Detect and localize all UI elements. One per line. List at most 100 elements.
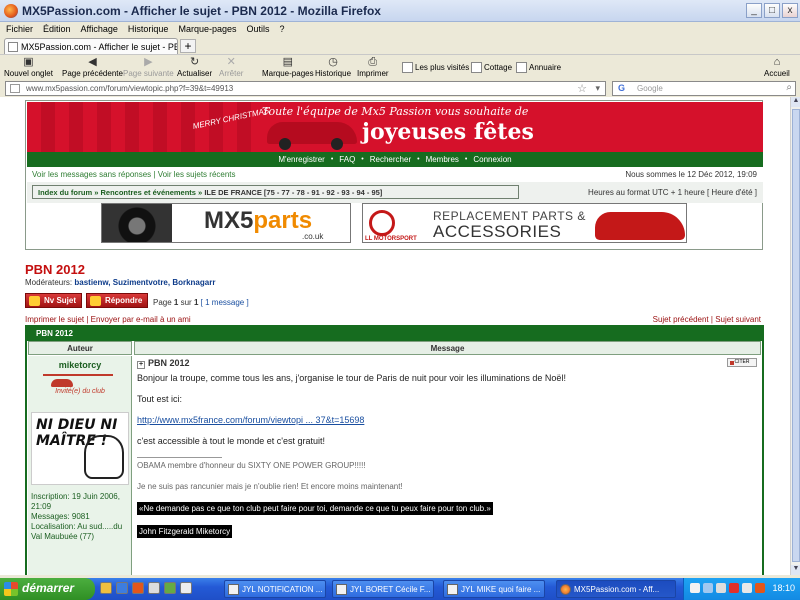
next-topic-link[interactable]: Sujet suivant	[715, 315, 761, 324]
vertical-scrollbar[interactable]: ▲ ▼	[790, 97, 800, 575]
nav-members[interactable]: Membres	[426, 155, 459, 164]
taskbar-item[interactable]: JYL NOTIFICATION ...	[224, 580, 326, 598]
tray-app-icon[interactable]	[716, 583, 726, 593]
menu-historique[interactable]: Historique	[128, 24, 169, 34]
breadcrumb-index[interactable]: Index du forum	[38, 188, 92, 197]
ad-ll-motorsport[interactable]: LL MOTORSPORT REPLACEMENT PARTS & ACCESS…	[362, 203, 687, 243]
tray-network-icon[interactable]	[703, 583, 713, 593]
breadcrumb-current[interactable]: ILE DE FRANCE [75 - 77 - 78 - 91 - 92 - …	[204, 188, 382, 197]
new-tab-tool-button[interactable]: ▣ Nouvel onglet	[4, 56, 53, 78]
reply-button[interactable]: Répondre	[86, 293, 149, 308]
nav-register[interactable]: M'enregistrer	[278, 155, 324, 164]
page-icon	[516, 62, 527, 73]
scroll-up-icon[interactable]: ▲	[791, 97, 800, 107]
scroll-down-icon[interactable]: ▼	[791, 565, 800, 575]
bookmark-annuaire[interactable]: Annuaire	[516, 62, 561, 73]
maximize-button[interactable]: □	[764, 3, 780, 18]
forward-button[interactable]: ▶ Page suivante	[123, 56, 174, 78]
ad-mx5parts[interactable]: MX5parts .co.uk	[101, 203, 351, 243]
tray-firefox-icon[interactable]	[755, 583, 765, 593]
home-button[interactable]: ⌂ Accueil	[764, 56, 790, 78]
banner-decoration	[27, 102, 257, 152]
pagination-info: Page 1 sur 1 [ 1 message ]	[153, 298, 249, 307]
recent-topics-link[interactable]: Voir les sujets récents	[158, 170, 236, 179]
breadcrumb-section[interactable]: Rencontres et événements	[101, 188, 196, 197]
menu-help[interactable]: ?	[280, 24, 285, 34]
tray-app-icon[interactable]	[690, 583, 700, 593]
topic-title[interactable]: PBN 2012	[25, 262, 85, 277]
back-button[interactable]: ◀ Page précédente	[62, 56, 123, 78]
taskbar-item-label: MX5Passion.com - Aff...	[574, 585, 660, 594]
quicklaunch-app-icon[interactable]	[148, 582, 160, 594]
nav-separator: •	[361, 156, 364, 163]
quicklaunch-ie-icon[interactable]	[116, 582, 128, 594]
quote-button[interactable]: CITER	[727, 358, 757, 367]
nav-search[interactable]: Rechercher	[370, 155, 411, 164]
stop-button[interactable]: ✕ Arrêter	[219, 56, 243, 78]
post-marker-icon[interactable]: +	[137, 361, 145, 369]
banner-car-image	[267, 122, 357, 150]
chevron-down-icon[interactable]: ▾	[595, 83, 600, 94]
google-icon[interactable]: G	[616, 83, 627, 94]
bookmark-most-visited[interactable]: Les plus visités	[402, 62, 469, 73]
post-body: Bonjour la troupe, comme tous les ans, j…	[137, 373, 737, 548]
home-icon: ⌂	[773, 56, 781, 68]
tray-antivirus-icon[interactable]	[729, 583, 739, 593]
star-icon[interactable]: ☆	[577, 82, 587, 95]
bookmark-cottage[interactable]: Cottage	[471, 62, 512, 73]
tab-current[interactable]: MX5Passion.com - Afficher le sujet - PBN…	[4, 38, 178, 54]
title-bar[interactable]: MX5Passion.com - Afficher le sujet - PBN…	[0, 0, 800, 22]
quicklaunch-folder-icon[interactable]	[100, 582, 112, 594]
address-row: www.mx5passion.com/forum/viewtopic.php?f…	[0, 80, 800, 97]
nav-login[interactable]: Connexion	[473, 155, 511, 164]
minimize-button[interactable]: _	[746, 3, 762, 18]
close-button[interactable]: x	[782, 3, 798, 18]
unanswered-link[interactable]: Voir les messages sans réponses	[32, 170, 151, 179]
new-tab-button[interactable]: +	[180, 39, 196, 53]
signature-divider	[137, 457, 222, 458]
taskbar-item[interactable]: JYL BORET Cécile F...	[332, 580, 434, 598]
start-button[interactable]: démarrer	[0, 578, 95, 600]
search-input[interactable]: G Google ⌕	[612, 81, 796, 96]
page-icon	[8, 42, 18, 52]
menu-marque-pages[interactable]: Marque-pages	[178, 24, 236, 34]
nav-faq[interactable]: FAQ	[339, 155, 355, 164]
author-name[interactable]: miketorcy	[28, 360, 132, 370]
site-identity-icon[interactable]	[10, 84, 20, 93]
search-icon[interactable]: ⌕	[786, 82, 792, 93]
post-link[interactable]: http://www.mx5france.com/forum/viewtopi …	[137, 415, 364, 425]
post-paragraph: c'est accessible à tout le monde et c'es…	[137, 436, 326, 446]
scrollbar-thumb[interactable]	[792, 109, 800, 562]
quicklaunch-app-icon[interactable]	[164, 582, 176, 594]
mx5parts-logo: MX5parts	[204, 207, 312, 235]
history-button[interactable]: ◷ Historique	[315, 56, 351, 78]
new-topic-button[interactable]: Nv Sujet	[25, 293, 83, 308]
email-friend-link[interactable]: Envoyer par e-mail à un ami	[91, 315, 191, 324]
moderators-list[interactable]: bastienw, Suzimentvotre, Borknagarr	[74, 278, 215, 287]
forum-banner[interactable]: MERRY CHRISTMAS Toute l'équipe de Mx5 Pa…	[27, 102, 763, 152]
bookmarks-button[interactable]: ▤ Marque-pages	[262, 56, 314, 78]
reload-label: Actualiser	[177, 69, 213, 78]
taskbar-item[interactable]: JYL MIKE quoi faire ...	[443, 580, 545, 598]
tray-volume-icon[interactable]	[742, 583, 752, 593]
breadcrumb-separator: »	[92, 188, 101, 197]
breadcrumb: Index du forum » Rencontres et événement…	[32, 185, 519, 199]
url-input[interactable]: www.mx5passion.com/forum/viewtopic.php?f…	[5, 81, 606, 96]
new-tab-label: Nouvel onglet	[4, 69, 53, 78]
author-panel: miketorcy Invité(e) du club NI DIEU NI M…	[28, 356, 132, 575]
menu-edition[interactable]: Édition	[43, 24, 71, 34]
tab-title: MX5Passion.com - Afficher le sujet - PBN…	[21, 42, 177, 52]
windows-flag-icon	[4, 582, 18, 596]
system-tray: 18:10	[683, 578, 800, 600]
menu-affichage[interactable]: Affichage	[81, 24, 118, 34]
reload-button[interactable]: ↻ Actualiser	[177, 56, 212, 78]
menu-outils[interactable]: Outils	[247, 24, 270, 34]
menu-fichier[interactable]: Fichier	[6, 24, 33, 34]
taskbar-item-active[interactable]: MX5Passion.com - Aff...	[556, 580, 676, 598]
quicklaunch-firefox-icon[interactable]	[132, 582, 144, 594]
quicklaunch-desktop-icon[interactable]	[180, 582, 192, 594]
print-topic-link[interactable]: Imprimer le sujet	[25, 315, 84, 324]
print-button[interactable]: ⎙ Imprimer	[357, 56, 389, 78]
page-sep: sur	[180, 298, 192, 307]
previous-topic-link[interactable]: Sujet précédent	[653, 315, 709, 324]
